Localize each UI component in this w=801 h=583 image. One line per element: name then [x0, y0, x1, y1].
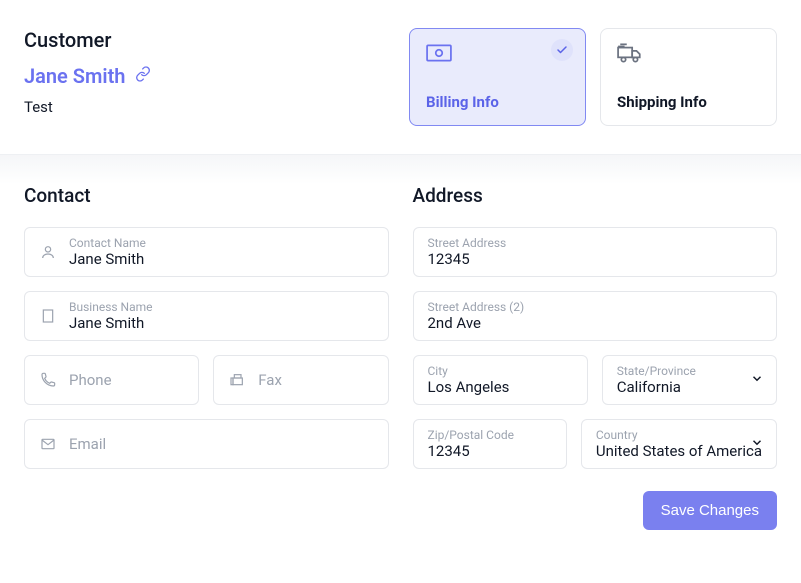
customer-subtext: Test: [24, 98, 389, 116]
state-value: California: [617, 378, 762, 396]
tab-billing[interactable]: Billing Info: [409, 28, 586, 126]
contact-name-input[interactable]: [69, 250, 374, 268]
street2-field[interactable]: Street Address (2): [413, 291, 778, 341]
contact-name-field[interactable]: Contact Name: [24, 227, 389, 277]
tab-billing-label: Billing Info: [426, 93, 569, 111]
tab-shipping[interactable]: Shipping Info: [600, 28, 777, 126]
business-name-input[interactable]: [69, 314, 374, 332]
address-heading: Address: [413, 184, 778, 207]
contact-heading: Contact: [24, 184, 389, 207]
business-name-label: Business Name: [69, 300, 374, 314]
state-field[interactable]: State/Province California: [602, 355, 777, 405]
email-input[interactable]: [69, 435, 374, 453]
phone-icon: [39, 372, 57, 388]
city-field[interactable]: City: [413, 355, 588, 405]
phone-field[interactable]: [24, 355, 199, 405]
customer-block: Customer Jane Smith Test: [24, 28, 389, 116]
street2-input[interactable]: [428, 314, 763, 332]
fax-input[interactable]: [258, 371, 373, 389]
money-icon: [426, 43, 569, 67]
street1-label: Street Address: [428, 236, 763, 250]
section-divider: [0, 154, 801, 184]
zip-field[interactable]: Zip/Postal Code: [413, 419, 567, 469]
fax-icon: [228, 372, 246, 388]
contact-name-label: Contact Name: [69, 236, 374, 250]
country-label: Country: [596, 428, 762, 442]
country-value: United States of America: [596, 442, 762, 460]
city-input[interactable]: [428, 378, 573, 396]
zip-label: Zip/Postal Code: [428, 428, 552, 442]
street2-label: Street Address (2): [428, 300, 763, 314]
building-icon: [39, 308, 57, 324]
check-icon: [551, 39, 573, 61]
tab-shipping-label: Shipping Info: [617, 93, 760, 111]
city-label: City: [428, 364, 573, 378]
chevron-down-icon: [750, 435, 764, 454]
business-name-field[interactable]: Business Name: [24, 291, 389, 341]
phone-input[interactable]: [69, 371, 184, 389]
address-column: Address Street Address Street Address (2…: [413, 184, 778, 483]
mail-icon: [39, 436, 57, 452]
street1-field[interactable]: Street Address: [413, 227, 778, 277]
fax-field[interactable]: [213, 355, 388, 405]
link-icon[interactable]: [135, 66, 151, 86]
zip-input[interactable]: [428, 442, 552, 460]
contact-column: Contact Contact Name Business Name: [24, 184, 389, 483]
truck-icon: [617, 43, 760, 67]
state-label: State/Province: [617, 364, 762, 378]
person-icon: [39, 244, 57, 260]
info-tabs: Billing Info Shipping Info: [409, 28, 777, 126]
customer-heading: Customer: [24, 28, 389, 52]
email-field[interactable]: [24, 419, 389, 469]
chevron-down-icon: [750, 371, 764, 390]
country-field[interactable]: Country United States of America: [581, 419, 777, 469]
customer-name-link[interactable]: Jane Smith: [24, 64, 125, 88]
save-button[interactable]: Save Changes: [643, 491, 777, 530]
street1-input[interactable]: [428, 250, 763, 268]
